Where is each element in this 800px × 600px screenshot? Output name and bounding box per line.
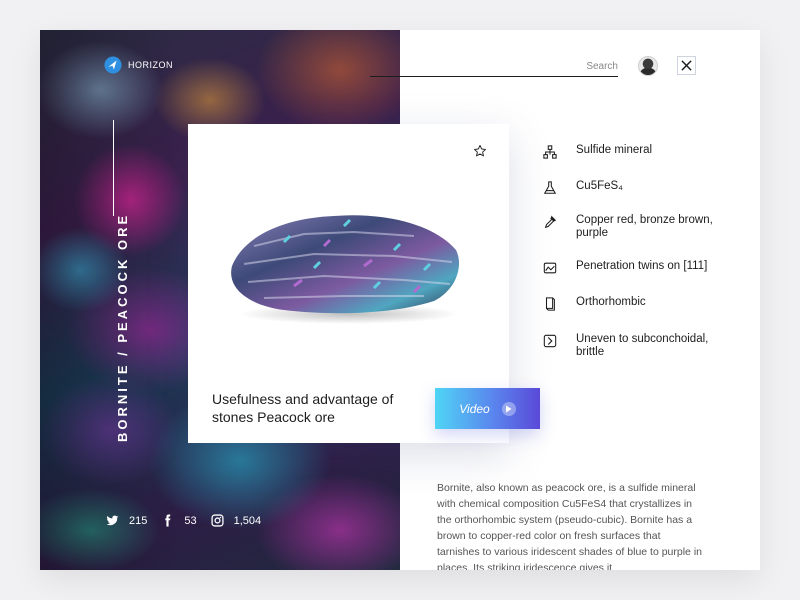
- fracture-icon: [543, 334, 557, 348]
- property-class: Sulfide mineral: [543, 144, 743, 159]
- facebook-icon: [165, 514, 171, 527]
- crystal-icon: [545, 297, 555, 311]
- video-button[interactable]: Video: [435, 388, 540, 429]
- search-bar[interactable]: [370, 54, 620, 77]
- mineral-description: Bornite, also known as peacock ore, is a…: [437, 482, 702, 570]
- flask-icon: [543, 181, 557, 194]
- facebook-share[interactable]: 53: [161, 514, 197, 527]
- brand-name: HORIZON: [128, 60, 173, 70]
- property-crystal-system: Orthorhombic: [543, 296, 743, 311]
- close-button[interactable]: [677, 56, 696, 75]
- hierarchy-icon: [543, 145, 557, 159]
- card-title: Usefulness and advantage of stones Peaco…: [212, 391, 394, 425]
- property-text: Cu5FeS₄: [576, 180, 623, 192]
- property-text: Orthorhombic: [576, 296, 646, 308]
- logo-icon: [104, 56, 122, 74]
- mineral-specimen-image: [231, 215, 460, 324]
- vertical-divider: [113, 120, 114, 216]
- app-frame: HORIZON BORNITE / PEACOCK ORE 215 53 1,5…: [40, 30, 760, 570]
- property-color: Copper red, bronze brown, purple: [543, 214, 743, 240]
- play-icon: [501, 401, 516, 416]
- property-text: Sulfide mineral: [576, 144, 653, 156]
- mineral-vertical-title: BORNITE / PEACOCK ORE: [115, 212, 130, 442]
- property-formula: Cu5FeS₄: [543, 180, 743, 195]
- logo[interactable]: HORIZON: [104, 56, 173, 74]
- close-icon: [681, 60, 692, 71]
- eyedropper-icon: [544, 215, 557, 229]
- twitter-icon: [106, 515, 119, 526]
- facebook-count: 53: [184, 514, 197, 527]
- video-button-label: Video: [459, 401, 490, 416]
- property-fracture: Uneven to subconchoidal, brittle: [543, 333, 743, 359]
- property-text: Copper red, bronze brown, purple: [576, 214, 713, 239]
- star-icon[interactable]: [473, 144, 487, 158]
- property-text: Uneven to subconchoidal, brittle: [576, 333, 709, 358]
- twitter-count: 215: [129, 514, 148, 527]
- avatar[interactable]: [638, 56, 658, 76]
- social-counters: 215 53 1,504: [106, 514, 261, 527]
- instagram-count: 1,504: [233, 514, 262, 527]
- instagram-share[interactable]: 1,504: [211, 514, 262, 527]
- instagram-icon: [211, 514, 224, 527]
- twitter-share[interactable]: 215: [106, 514, 147, 527]
- search-input[interactable]: [370, 56, 620, 77]
- property-twinning: Penetration twins on [111]: [543, 260, 743, 275]
- crystal-twin-icon: [543, 262, 557, 274]
- property-text: Penetration twins on [111]: [576, 260, 708, 272]
